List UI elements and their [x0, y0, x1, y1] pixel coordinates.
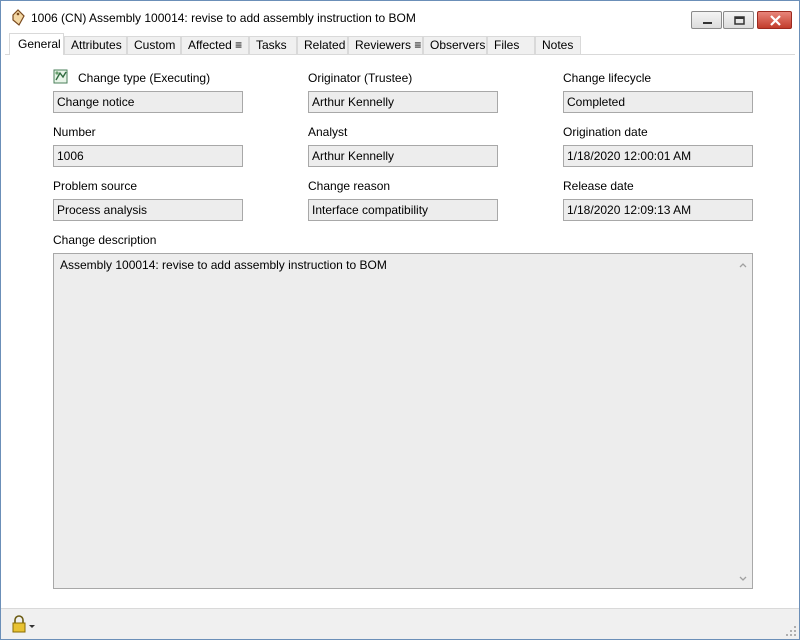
scroll-up-icon[interactable] — [738, 260, 748, 270]
originator-field[interactable]: Arthur Kennelly — [308, 91, 498, 113]
tab-related[interactable]: Related — [297, 36, 348, 54]
change-reason-field[interactable]: Interface compatibility — [308, 199, 498, 221]
origination-date-field[interactable]: 1/18/2020 12:00:01 AM — [563, 145, 753, 167]
analyst-label: Analyst — [308, 125, 348, 139]
tab-custom[interactable]: Custom — [127, 36, 181, 54]
tab-strip-divider — [5, 54, 795, 55]
number-field[interactable]: 1006 — [53, 145, 243, 167]
change-tag-icon — [10, 9, 28, 27]
change-reason-label: Change reason — [308, 179, 391, 193]
close-button[interactable] — [757, 11, 792, 29]
change-type-label: Change type (Executing) — [78, 71, 211, 85]
restore-button[interactable] — [723, 11, 754, 29]
change-description-textarea[interactable]: Assembly 100014: revise to add assembly … — [53, 253, 753, 589]
tab-general[interactable]: General — [9, 33, 64, 55]
padlock-icon[interactable] — [11, 615, 37, 633]
title-bar[interactable]: 1006 (CN) Assembly 100014: revise to add… — [1, 1, 799, 33]
change-type-field[interactable]: Change notice — [53, 91, 243, 113]
status-bar — [1, 609, 799, 639]
window-title: 1006 (CN) Assembly 100014: revise to add… — [31, 11, 416, 25]
change-description-label: Change description — [53, 233, 157, 247]
tab-attributes[interactable]: Attributes — [64, 36, 127, 54]
change-lifecycle-field[interactable]: Completed — [563, 91, 753, 113]
change-window: 1006 (CN) Assembly 100014: revise to add… — [0, 0, 800, 640]
release-date-label: Release date — [563, 179, 634, 193]
number-label: Number — [53, 125, 96, 139]
tab-files[interactable]: Files — [487, 36, 535, 54]
minimize-button[interactable] — [691, 11, 722, 29]
problem-source-label: Problem source — [53, 179, 138, 193]
change-type-icon — [52, 68, 70, 86]
change-description-text: Assembly 100014: revise to add assembly … — [60, 258, 387, 272]
close-icon — [770, 15, 781, 26]
tab-affected[interactable]: Affected ≡ — [181, 36, 249, 54]
tab-reviewers[interactable]: Reviewers ≡ — [348, 36, 423, 54]
originator-label: Originator (Trustee) — [308, 71, 413, 85]
change-lifecycle-label: Change lifecycle — [563, 71, 652, 85]
minimize-icon — [703, 22, 712, 24]
analyst-field[interactable]: Arthur Kennelly — [308, 145, 498, 167]
problem-source-field[interactable]: Process analysis — [53, 199, 243, 221]
tab-observers[interactable]: Observers — [423, 36, 487, 54]
tab-notes[interactable]: Notes — [535, 36, 581, 54]
scroll-down-icon[interactable] — [738, 574, 748, 584]
release-date-field[interactable]: 1/18/2020 12:09:13 AM — [563, 199, 753, 221]
origination-date-label: Origination date — [563, 125, 648, 139]
restore-icon — [734, 16, 745, 25]
tab-tasks[interactable]: Tasks — [249, 36, 297, 54]
resize-grip-icon[interactable] — [785, 625, 797, 637]
